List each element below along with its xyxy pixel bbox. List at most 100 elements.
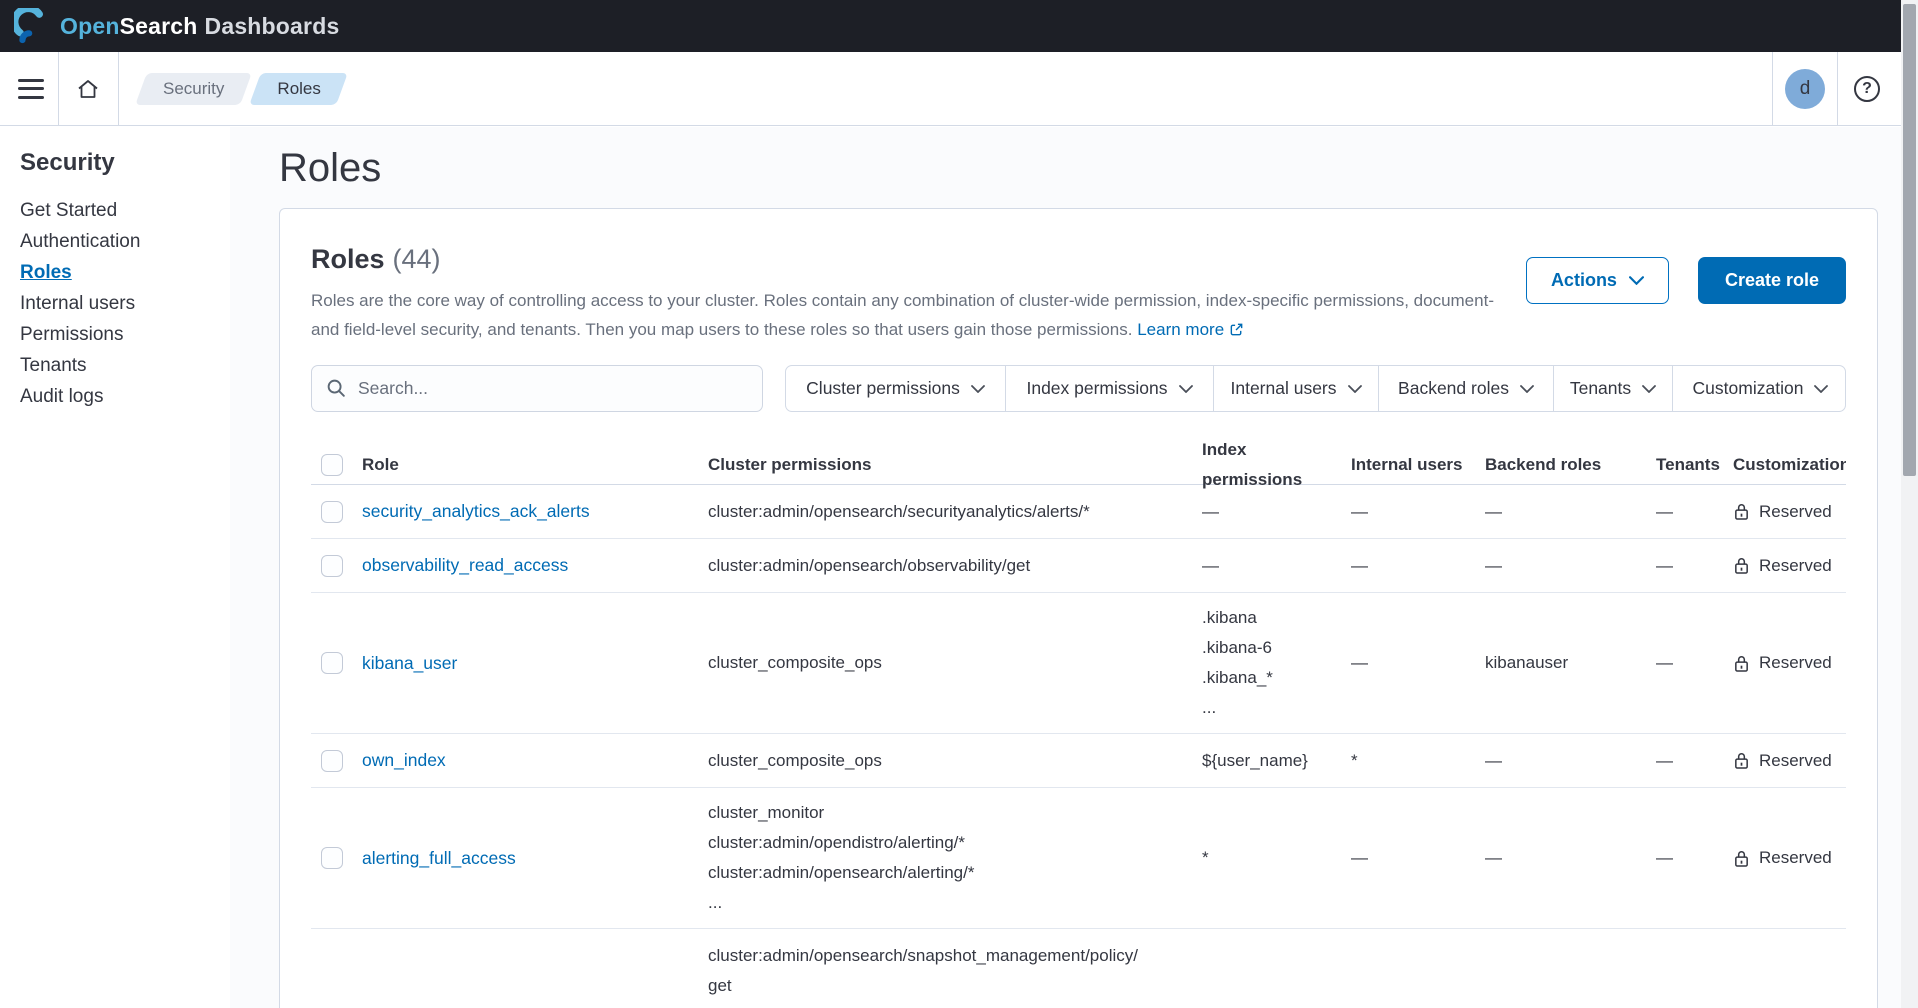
cell-customization — [1723, 929, 1846, 941]
breadcrumb-roles[interactable]: Roles — [255, 73, 342, 105]
cell-backend-roles: — — [1475, 497, 1646, 527]
cell-tenants: — — [1646, 497, 1723, 527]
sidebar-item-permissions[interactable]: Permissions — [20, 325, 214, 344]
table-body: security_analytics_ack_alerts cluster:adm… — [311, 485, 1846, 1008]
role-link[interactable]: alerting_full_access — [362, 848, 516, 868]
cell-internal-users: — — [1341, 497, 1475, 527]
chevron-down-icon — [1179, 385, 1193, 393]
divider — [58, 52, 59, 126]
role-link[interactable]: own_index — [362, 750, 446, 770]
create-role-button[interactable]: Create role — [1698, 257, 1846, 304]
table-row: security_analytics_ack_alerts cluster:adm… — [311, 485, 1846, 539]
cell-tenants: — — [1646, 843, 1723, 873]
filter-label: Index permissions — [1026, 378, 1167, 399]
column-header-index-permissions: Index permissions — [1192, 435, 1341, 495]
sidebar-item-label[interactable]: Internal users — [20, 293, 135, 314]
chevron-down-icon — [971, 385, 985, 393]
nav-right: d ? — [1772, 52, 1880, 126]
actions-button[interactable]: Actions — [1526, 257, 1669, 304]
cell-backend-roles: kibanauser — [1475, 648, 1646, 678]
security-sidebar: Security Get Started Authentication Roles I… — [0, 127, 230, 1008]
row-checkbox[interactable] — [321, 501, 343, 523]
vertical-scrollbar[interactable] — [1901, 0, 1918, 1008]
chevron-down-icon — [1814, 385, 1828, 393]
role-link[interactable]: kibana_user — [362, 653, 457, 673]
row-checkbox[interactable] — [321, 652, 343, 674]
row-checkbox[interactable] — [321, 555, 343, 577]
sidebar-item-label[interactable]: Permissions — [20, 324, 123, 345]
table-row: own_indexcluster_composite_ops${user_nam… — [311, 734, 1846, 788]
sidebar-item-label[interactable]: Roles — [20, 262, 72, 283]
filter-backend-roles[interactable]: Backend roles — [1378, 366, 1553, 411]
sidebar-item-internal-users[interactable]: Internal users — [20, 294, 214, 313]
role-link[interactable]: observability_read_access — [362, 555, 568, 575]
cell-customization: Reserved — [1723, 843, 1846, 873]
cell-cluster-permissions: cluster:admin/opensearch/securityanalyti… — [698, 497, 1192, 527]
cell-customization: Reserved — [1723, 497, 1846, 527]
lock-icon — [1733, 751, 1750, 770]
column-header-role: Role — [352, 450, 698, 480]
cell-tenants: — — [1646, 746, 1723, 776]
cell-role: kibana_user — [352, 648, 698, 679]
roles-table: RoleCluster permissionsIndex permissions… — [311, 446, 1846, 1008]
lock-icon — [1733, 849, 1750, 868]
row-checkbox[interactable] — [321, 750, 343, 772]
app-header: OpenSearchDashboards — [0, 0, 1901, 52]
logo-text: OpenSearchDashboards — [60, 13, 339, 40]
lock-icon — [1733, 556, 1750, 575]
help-icon[interactable]: ? — [1854, 76, 1880, 102]
sidebar-item-label[interactable]: Tenants — [20, 355, 87, 376]
search-input[interactable] — [358, 378, 750, 399]
cell-backend-roles: — — [1475, 746, 1646, 776]
opensearch-swirl-icon — [14, 8, 50, 44]
filter-tenants[interactable]: Tenants — [1553, 366, 1672, 411]
cell-role — [352, 929, 698, 941]
filter-index-permissions[interactable]: Index permissions — [1005, 366, 1213, 411]
cell-internal-users — [1341, 929, 1475, 941]
cell-index-permissions — [1192, 929, 1341, 941]
scrollbar-thumb[interactable] — [1903, 4, 1916, 476]
sidebar-item-label[interactable]: Audit logs — [20, 386, 103, 407]
cell-index-permissions: * — [1192, 843, 1341, 873]
chevron-down-icon — [1642, 385, 1656, 393]
sidebar-heading: Security — [20, 149, 214, 177]
learn-more-link[interactable]: Learn more — [1137, 320, 1244, 339]
select-all-checkbox[interactable] — [321, 454, 343, 476]
external-link-icon — [1229, 322, 1244, 337]
sidebar-item-audit-logs[interactable]: Audit logs — [20, 387, 214, 406]
sidebar-item-get-started[interactable]: Get Started — [20, 201, 214, 220]
lock-icon — [1733, 502, 1750, 521]
cell-index-permissions: — — [1192, 497, 1341, 527]
divider — [1772, 52, 1773, 126]
cell-backend-roles — [1475, 929, 1646, 941]
sidebar-item-label[interactable]: Get Started — [20, 200, 117, 221]
sidebar-item-roles[interactable]: Roles — [20, 263, 214, 282]
column-header-backend-roles: Backend roles — [1475, 450, 1646, 480]
opensearch-logo[interactable]: OpenSearchDashboards — [14, 8, 339, 44]
cell-internal-users: — — [1341, 551, 1475, 581]
navigation-bar: Security Roles d ? — [0, 52, 1901, 126]
panel-head-buttons: Actions Create role — [1526, 257, 1846, 344]
cell-cluster-permissions: cluster_composite_ops — [698, 746, 1192, 776]
reserved-badge: Reserved — [1733, 648, 1846, 678]
cell-cluster-permissions: cluster_monitorcluster:admin/opendistro/… — [698, 798, 1192, 918]
menu-icon[interactable] — [18, 79, 44, 99]
cell-index-permissions: .kibana.kibana-6.kibana_*... — [1192, 603, 1341, 723]
main-content: Roles Roles(44) Roles are the core way o… — [230, 127, 1901, 1008]
home-icon[interactable] — [76, 77, 100, 101]
filter-label: Customization — [1693, 378, 1804, 399]
breadcrumb-security[interactable]: Security — [141, 73, 246, 105]
user-avatar[interactable]: d — [1785, 69, 1825, 109]
page-title: Roles — [279, 145, 1901, 191]
sidebar-item-label[interactable]: Authentication — [20, 231, 140, 252]
filter-internal-users[interactable]: Internal users — [1213, 366, 1378, 411]
sidebar-item-tenants[interactable]: Tenants — [20, 356, 214, 375]
row-checkbox[interactable] — [321, 847, 343, 869]
cell-customization: Reserved — [1723, 648, 1846, 678]
filter-customization[interactable]: Customization — [1672, 366, 1846, 411]
cell-role: observability_read_access — [352, 550, 698, 581]
role-link[interactable]: security_analytics_ack_alerts — [362, 501, 590, 521]
sidebar-item-authentication[interactable]: Authentication — [20, 232, 214, 251]
sidebar-items: Get Started Authentication Roles Internal u… — [20, 201, 214, 406]
filter-cluster-permissions[interactable]: Cluster permissions — [786, 366, 1005, 411]
